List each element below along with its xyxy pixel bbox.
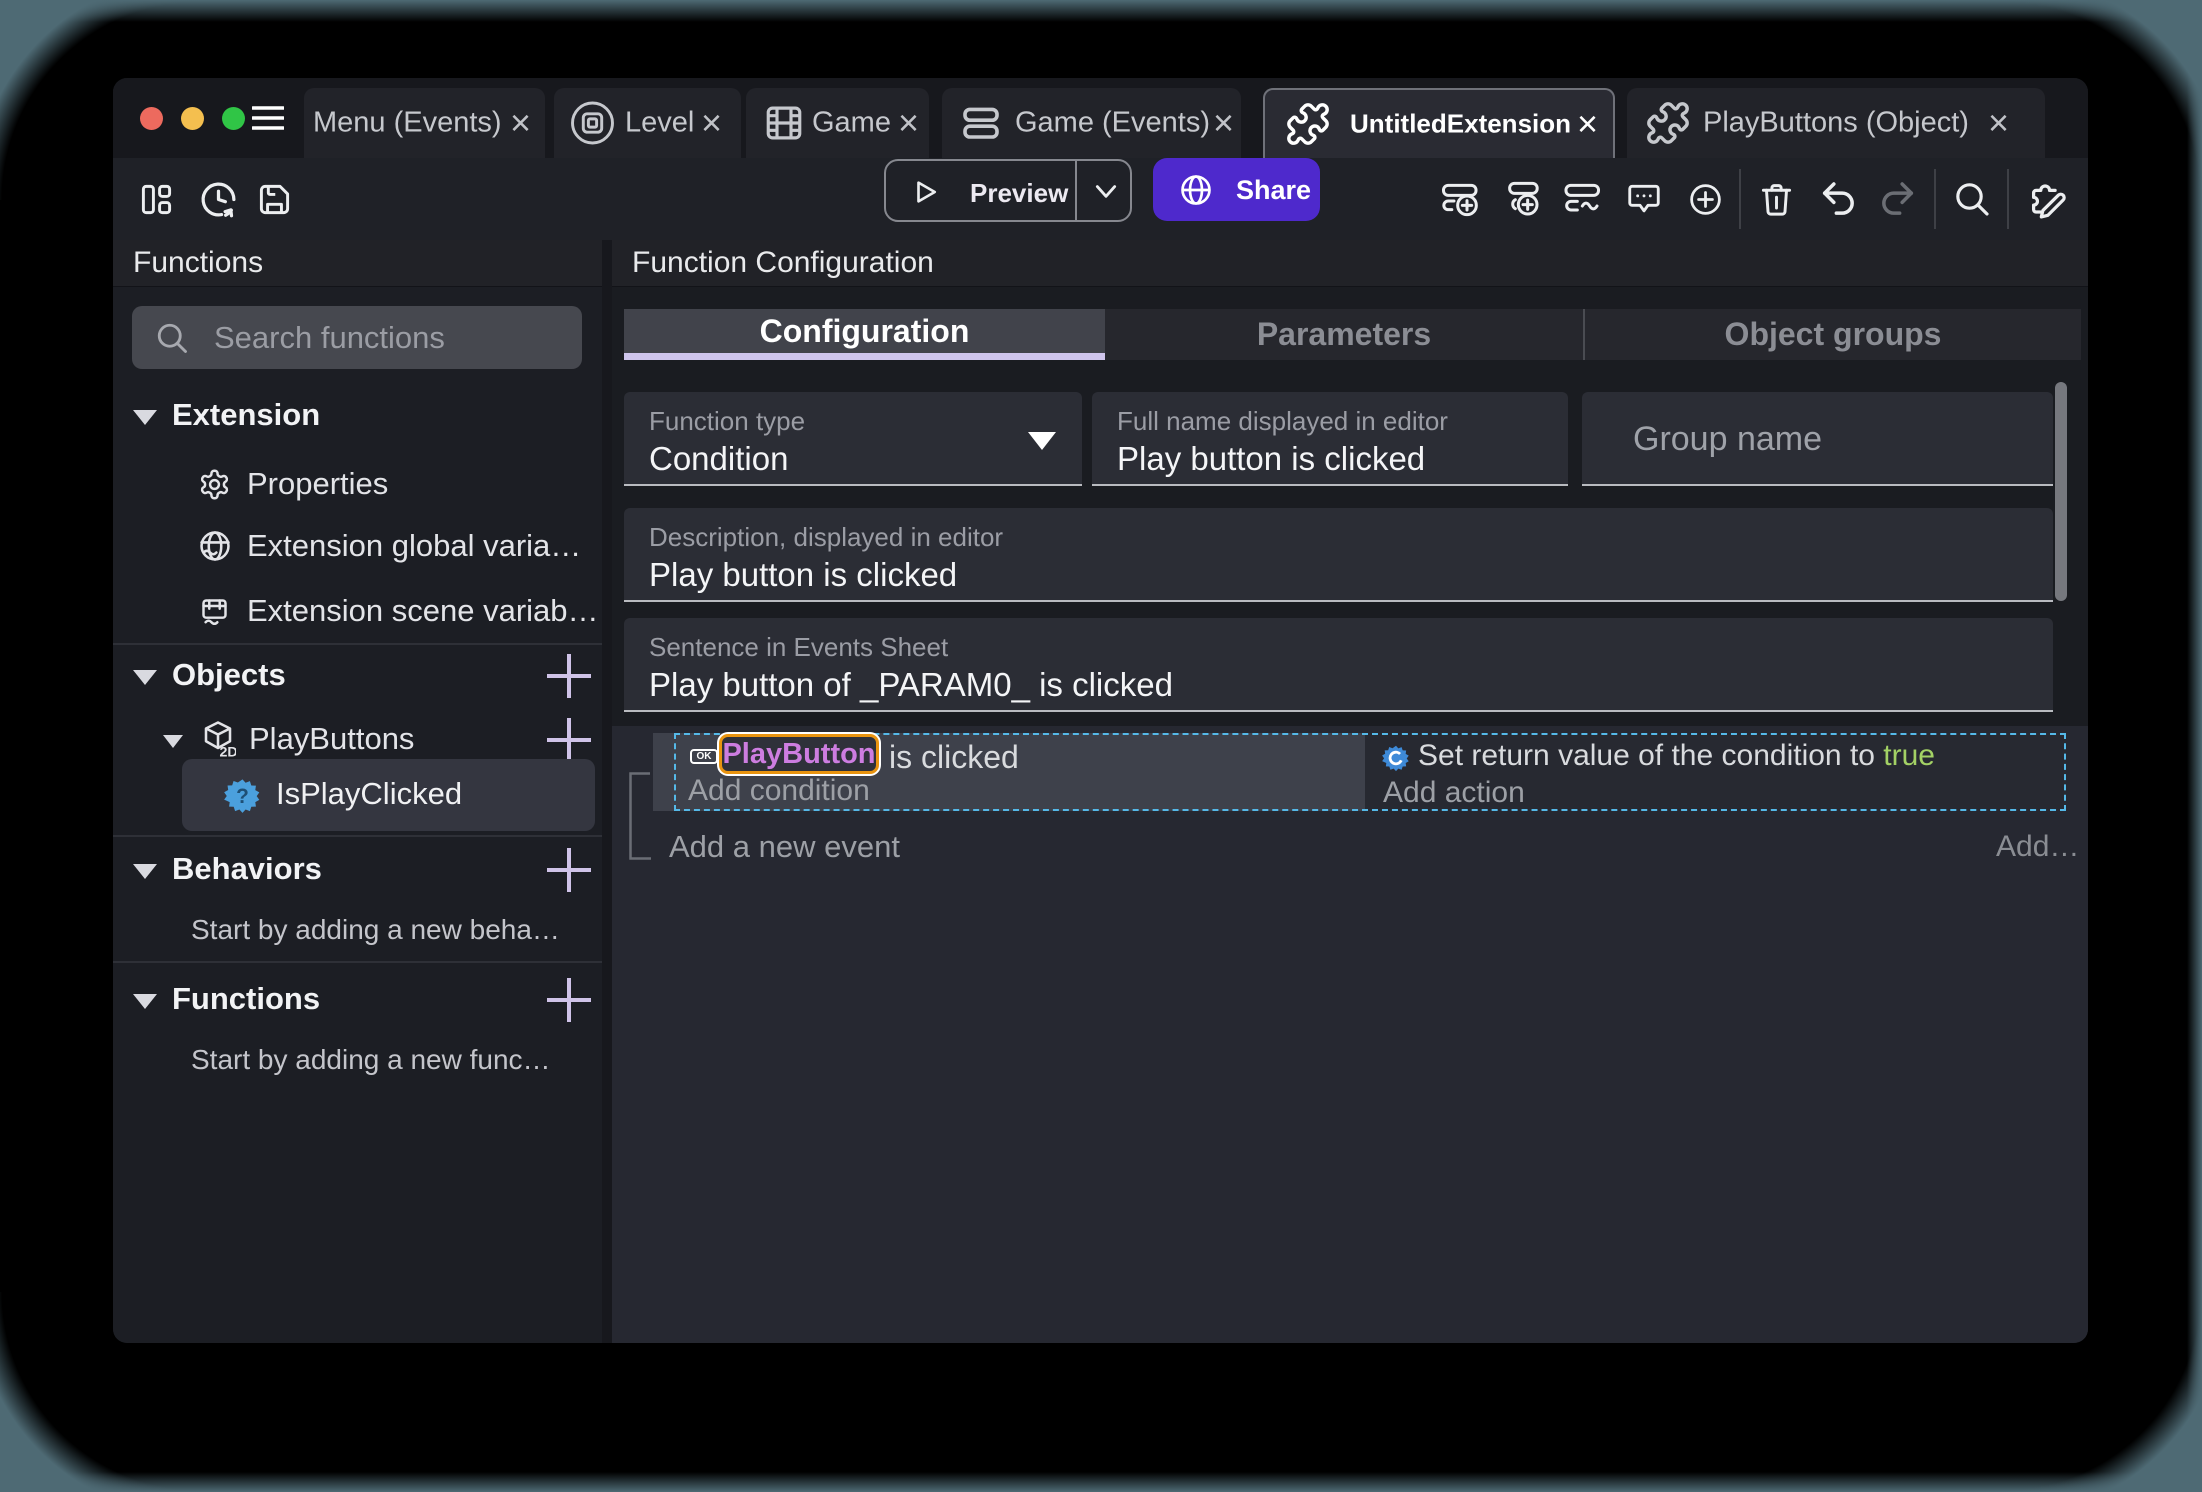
svg-text:2D: 2D xyxy=(220,744,237,757)
svg-text:?: ? xyxy=(236,785,249,808)
